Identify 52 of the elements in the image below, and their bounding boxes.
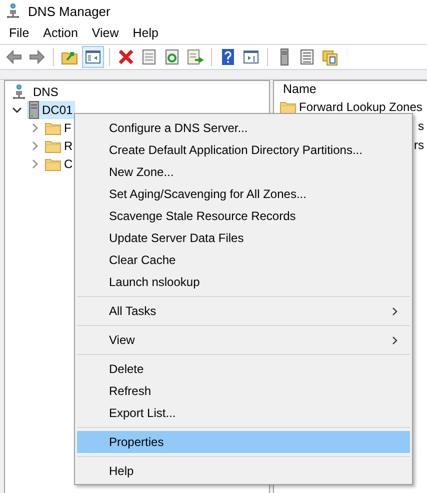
expand-chevron-icon[interactable] (31, 159, 39, 169)
list-item[interactable]: s (418, 118, 424, 132)
export-list-icon (186, 48, 204, 66)
menu-item[interactable]: Properties (77, 431, 410, 453)
delete-icon (117, 48, 135, 66)
menu-item[interactable]: Launch nslookup (77, 271, 410, 293)
window-title: DNS Manager (28, 4, 110, 18)
action-pane-icon (242, 48, 260, 66)
menu-item[interactable]: File (2, 26, 36, 40)
back-arrow-icon (5, 48, 23, 66)
menu-item[interactable]: Action (36, 26, 85, 40)
menu-item[interactable]: New Zone... (77, 161, 410, 183)
folder-icon (45, 157, 61, 171)
expand-chevron-icon[interactable] (31, 141, 39, 151)
menu-item[interactable]: Set Aging/Scavenging for All Zones... (77, 183, 410, 205)
folder-icon (280, 100, 296, 114)
menu-item[interactable]: Configure a DNS Server... (77, 117, 410, 139)
console-tree-icon (84, 48, 102, 66)
menu-item[interactable]: Scavenge Stale Resource Records (77, 205, 410, 227)
menu-item[interactable]: Update Server Data Files (77, 227, 410, 249)
menu-item[interactable]: View (84, 26, 126, 40)
forward-arrow-icon (28, 48, 46, 66)
tree-item[interactable]: DC01 (27, 101, 75, 119)
menu-item[interactable]: Help (77, 460, 410, 482)
folder-icon (45, 139, 61, 153)
menu-item[interactable]: Refresh (77, 380, 410, 402)
tree-item[interactable]: F (43, 119, 74, 137)
menu-item[interactable]: Help (126, 26, 166, 40)
refresh-icon (163, 48, 181, 66)
tree-item[interactable]: R (43, 137, 75, 155)
server-icon (29, 101, 39, 119)
list-icon (298, 48, 316, 66)
menu-item[interactable]: Create Default Application Directory Partitions... (77, 139, 410, 161)
app-icon (6, 3, 20, 19)
tree-item[interactable]: DNS (30, 84, 62, 100)
expand-chevron-icon[interactable] (31, 123, 39, 133)
menu-item[interactable]: Clear Cache (77, 249, 410, 271)
column-header[interactable]: Name (274, 81, 427, 97)
list-item[interactable]: Forward Lookup Zones (299, 100, 422, 114)
tree-item[interactable]: C (43, 155, 75, 173)
collapse-chevron-icon[interactable] (12, 106, 22, 114)
network-server-icon (12, 84, 26, 100)
help-icon (219, 48, 237, 66)
menu-item[interactable]: All Tasks (77, 300, 410, 322)
folders-icon (321, 48, 339, 66)
menu-item[interactable]: Export List... (77, 402, 410, 424)
console-tree-button[interactable] (82, 46, 104, 68)
folder-icon (45, 121, 61, 135)
menu-item[interactable]: Delete (77, 358, 410, 380)
menu-item[interactable]: View (77, 329, 410, 351)
list-item[interactable]: rs (414, 138, 424, 152)
properties-icon (140, 48, 158, 66)
